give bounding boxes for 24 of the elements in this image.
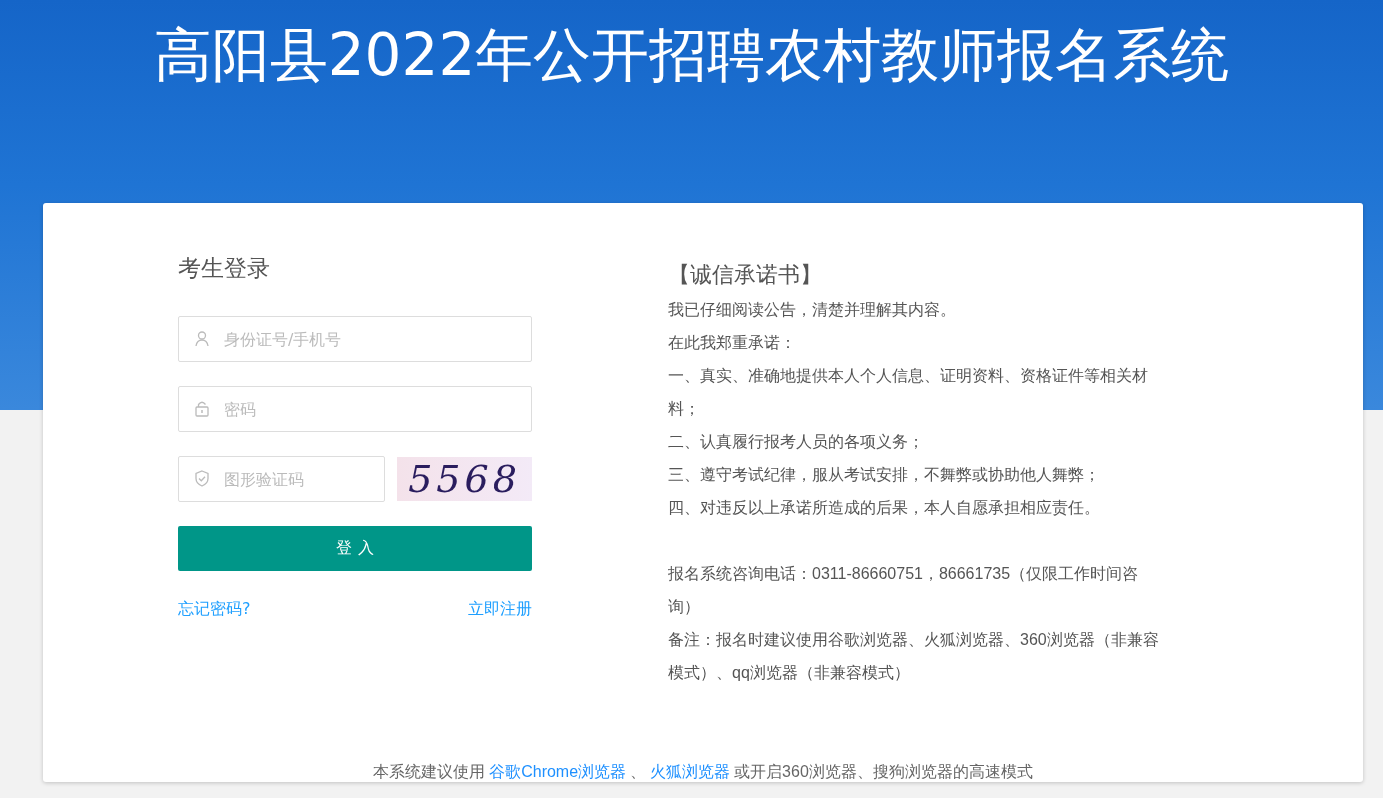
browser-link[interactable]: 谷歌Chrome浏览器 — [489, 763, 627, 780]
user-icon — [194, 330, 210, 347]
login-title: 考生登录 — [178, 254, 271, 283]
register-link[interactable]: 立即注册 — [468, 599, 532, 620]
captcha-image[interactable]: 5568 — [397, 457, 532, 501]
login-button[interactable]: 登 入 — [178, 526, 532, 571]
username-field[interactable]: 身份证号/手机号 — [178, 316, 532, 362]
browser-recommendation: 本系统建议使用 谷歌Chrome浏览器 、 火狐浏览器 或开启360浏览器、搜狗浏览器的高速模式 — [372, 762, 1034, 782]
pledge-paragraph: 四、对违反以上承诺所造成的后果，本人自愿承担相应责任。 — [668, 498, 1101, 518]
forgot-password-link[interactable]: 忘记密码? — [178, 599, 251, 620]
note-paragraph: 备注：报名时建议使用谷歌浏览器、火狐浏览器、360浏览器（非兼容模式）、qq浏览器（非兼容模式） — [668, 630, 1160, 683]
pledge-title: 【诚信承诺书】 — [668, 261, 823, 289]
note-paragraph: 报名系统咨询电话：0311-86660751，86661735（仅限工作时间咨询） — [668, 564, 1140, 617]
pledge-paragraph: 在此我郑重承诺： — [668, 333, 797, 353]
browser-link[interactable]: 火狐浏览器 — [650, 763, 731, 780]
pledge-paragraph: 一、真实、准确地提供本人个人信息、证明资料、资格证件等相关材料； — [668, 366, 1149, 419]
pledge-paragraph: 我已仔细阅读公告，清楚并理解其内容。 — [668, 300, 957, 320]
captcha-field[interactable]: 图形验证码 — [178, 456, 385, 502]
pledge-paragraph: 二、认真履行报考人员的各项义务； — [668, 432, 925, 452]
page-title: 高阳县2022年公开招聘农村教师报名系统 — [153, 20, 1230, 91]
lock-icon — [194, 400, 210, 417]
shield-icon — [194, 470, 210, 487]
pledge-paragraph: 三、遵守考试纪律，服从考试安排，不舞弊或协助他人舞弊； — [668, 465, 1101, 485]
password-field[interactable]: 密码 — [178, 386, 532, 432]
